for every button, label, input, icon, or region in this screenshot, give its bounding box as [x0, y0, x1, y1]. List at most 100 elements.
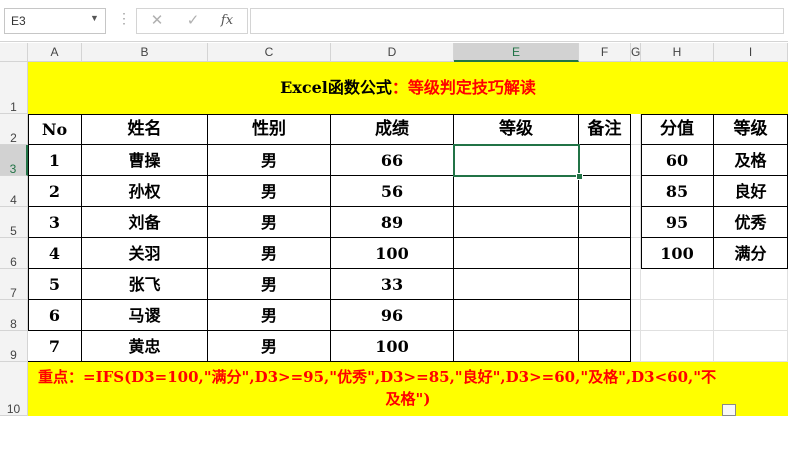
lookup-cell[interactable]: 良好	[714, 176, 788, 207]
table-cell[interactable]	[579, 207, 631, 238]
lookup-cell[interactable]: 优秀	[714, 207, 788, 238]
lookup-cell[interactable]: 95	[641, 207, 714, 238]
table-cell[interactable]: 男	[208, 238, 331, 269]
table-cell[interactable]	[579, 269, 631, 300]
title-banner[interactable]: Excel函数公式：等级判定技巧解读	[28, 62, 788, 114]
row-header-8[interactable]: 8	[0, 300, 28, 331]
grid-cell[interactable]	[631, 300, 641, 331]
grid-cell[interactable]	[631, 331, 641, 362]
grid-cell[interactable]	[714, 269, 788, 300]
fill-handle[interactable]	[576, 173, 583, 180]
lookup-cell[interactable]: 满分	[714, 238, 788, 269]
column-header-b[interactable]: B	[82, 43, 208, 62]
table-cell[interactable]: 3	[28, 207, 82, 238]
select-all-corner[interactable]	[0, 43, 28, 62]
grid-cell[interactable]	[641, 331, 714, 362]
selected-cell[interactable]	[453, 144, 580, 177]
table-cell[interactable]: 男	[208, 145, 331, 176]
table-cell[interactable]: 5	[28, 269, 82, 300]
table-cell[interactable]: 男	[208, 300, 331, 331]
lookup-header-cell[interactable]: 分值	[641, 114, 714, 145]
table-cell[interactable]: 张飞	[82, 269, 208, 300]
column-header-e[interactable]: E	[454, 43, 579, 62]
row-header-1[interactable]: 1	[0, 62, 28, 114]
table-cell[interactable]: 马谡	[82, 300, 208, 331]
table-cell[interactable]: 6	[28, 300, 82, 331]
row-header-5[interactable]: 5	[0, 207, 28, 238]
table-header-cell[interactable]: 性别	[208, 114, 331, 145]
table-cell[interactable]: 89	[331, 207, 454, 238]
row-header-9[interactable]: 9	[0, 331, 28, 362]
table-cell[interactable]: 2	[28, 176, 82, 207]
row-header-10[interactable]: 10	[0, 362, 28, 416]
column-header-f[interactable]: F	[579, 43, 631, 62]
table-cell[interactable]: 男	[208, 331, 331, 362]
table-cell[interactable]	[454, 176, 579, 207]
row-header-4[interactable]: 4	[0, 176, 28, 207]
lookup-cell[interactable]: 100	[641, 238, 714, 269]
table-cell[interactable]: 7	[28, 331, 82, 362]
column-header-i[interactable]: I	[714, 43, 788, 62]
table-cell[interactable]	[454, 300, 579, 331]
table-header-cell[interactable]: 成绩	[331, 114, 454, 145]
table-cell[interactable]: 100	[331, 331, 454, 362]
table-cell[interactable]: 曹操	[82, 145, 208, 176]
table-cell[interactable]: 1	[28, 145, 82, 176]
table-cell[interactable]	[579, 300, 631, 331]
table-cell[interactable]	[454, 331, 579, 362]
grid-cell[interactable]	[631, 269, 641, 300]
table-cell[interactable]: 男	[208, 207, 331, 238]
table-cell[interactable]	[454, 269, 579, 300]
table-header-cell[interactable]: 等级	[454, 114, 579, 145]
grid-cell[interactable]	[714, 300, 788, 331]
lookup-cell[interactable]: 85	[641, 176, 714, 207]
table-cell[interactable]	[454, 238, 579, 269]
lookup-cell[interactable]: 60	[641, 145, 714, 176]
table-cell[interactable]: 男	[208, 269, 331, 300]
formula-input[interactable]	[250, 8, 784, 34]
table-header-cell[interactable]: 姓名	[82, 114, 208, 145]
grid-cell[interactable]	[631, 176, 641, 207]
table-cell[interactable]: 孙权	[82, 176, 208, 207]
table-cell[interactable]: 刘备	[82, 207, 208, 238]
grid-cell[interactable]	[641, 300, 714, 331]
paste-options-icon[interactable]	[722, 404, 736, 416]
column-header-a[interactable]: A	[28, 43, 82, 62]
row-header-3[interactable]: 3	[0, 145, 28, 176]
table-cell[interactable]: 黄忠	[82, 331, 208, 362]
note-banner[interactable]: 重点：=IFS(D3=100,"满分",D3>=95,"优秀",D3>=85,"…	[28, 362, 788, 416]
column-header-d[interactable]: D	[331, 43, 454, 62]
table-cell[interactable]: 关羽	[82, 238, 208, 269]
table-cell[interactable]: 男	[208, 176, 331, 207]
table-cell[interactable]	[579, 238, 631, 269]
row-header-7[interactable]: 7	[0, 269, 28, 300]
table-cell[interactable]	[579, 331, 631, 362]
table-cell[interactable]: 56	[331, 176, 454, 207]
function-icon[interactable]: fx	[216, 10, 238, 32]
chevron-down-icon[interactable]: ▼	[90, 13, 102, 25]
lookup-header-cell[interactable]: 等级	[714, 114, 788, 145]
grid-cell[interactable]	[641, 269, 714, 300]
table-cell[interactable]	[579, 176, 631, 207]
column-header-g[interactable]: G	[631, 43, 641, 62]
table-cell[interactable]: 4	[28, 238, 82, 269]
grid-cell[interactable]	[631, 207, 641, 238]
table-header-cell[interactable]: 备注	[579, 114, 631, 145]
row-header-6[interactable]: 6	[0, 238, 28, 269]
table-cell[interactable]: 96	[331, 300, 454, 331]
grid-cell[interactable]	[631, 238, 641, 269]
table-cell[interactable]: 100	[331, 238, 454, 269]
column-header-c[interactable]: C	[208, 43, 331, 62]
grid-cell[interactable]	[631, 145, 641, 176]
row-header-2[interactable]: 2	[0, 114, 28, 145]
table-cell[interactable]: 66	[331, 145, 454, 176]
lookup-cell[interactable]: 及格	[714, 145, 788, 176]
column-header-h[interactable]: H	[641, 43, 714, 62]
table-cell[interactable]	[579, 145, 631, 176]
grid-cell[interactable]	[714, 331, 788, 362]
table-cell[interactable]	[454, 207, 579, 238]
table-header-cell[interactable]: No	[28, 114, 82, 145]
cancel-icon[interactable]: ✕	[146, 10, 168, 32]
grid-cell[interactable]	[631, 114, 641, 145]
check-icon[interactable]: ✓	[182, 10, 204, 32]
